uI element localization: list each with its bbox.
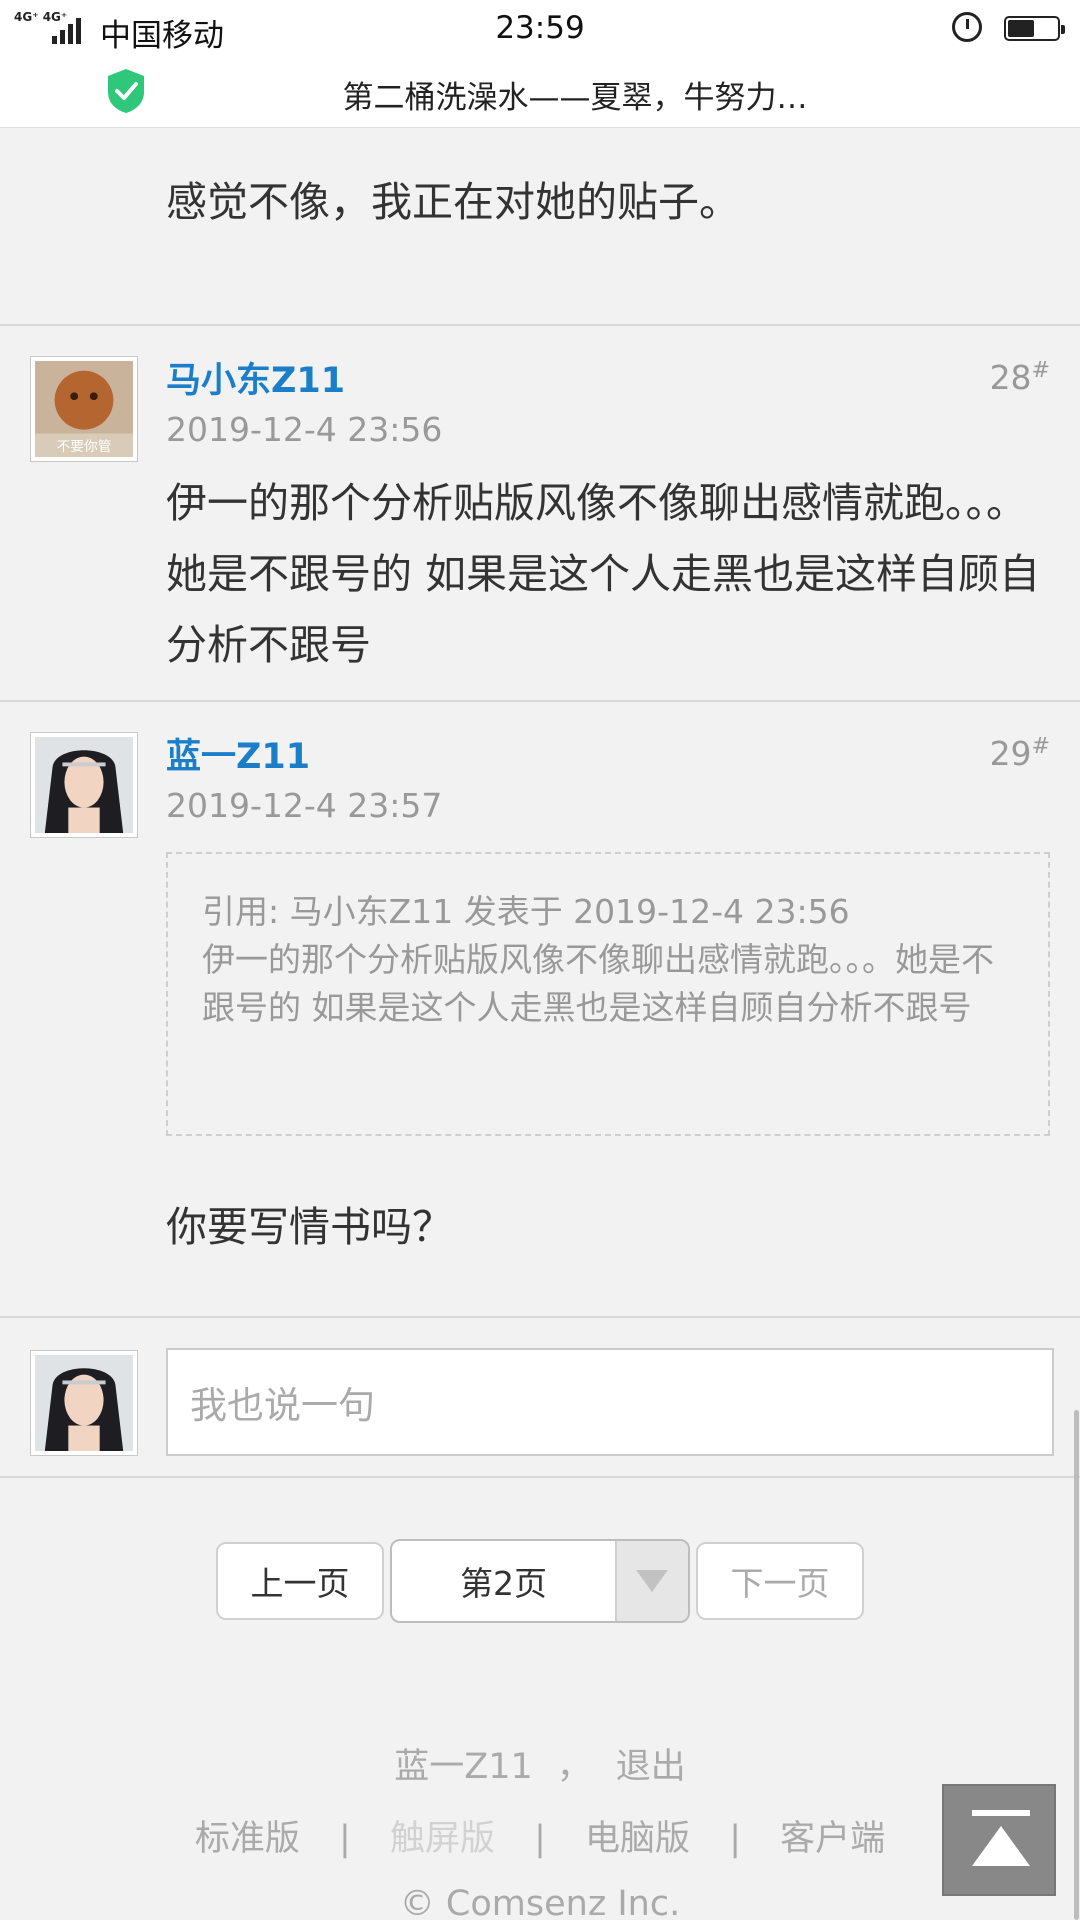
footer-divider: |: [534, 1819, 546, 1859]
author-link[interactable]: 马小东Z11: [166, 352, 345, 403]
page-select[interactable]: 第2页: [390, 1539, 690, 1623]
svg-text:不要你管: 不要你管: [57, 439, 112, 455]
shield-check-icon: [108, 69, 144, 113]
avatar-image: [35, 1355, 133, 1451]
author-link[interactable]: 蓝一Z11: [166, 728, 310, 779]
status-bar: 4G⁺ 4G⁺ 中国移动 23:59: [0, 0, 1080, 58]
page-select-value: 第2页: [459, 1564, 547, 1603]
avatar[interactable]: 不要你管: [30, 356, 138, 462]
footer-divider: |: [339, 1819, 351, 1859]
scrollbar[interactable]: [1074, 1410, 1079, 1920]
page-title: 第二桶洗澡水——夏翠，牛努力…: [342, 80, 808, 116]
floor-number: 28#: [989, 358, 1050, 397]
footer-user: 蓝一Z11 ， 退出: [0, 1738, 1080, 1789]
footer-username-link[interactable]: 蓝一Z11: [394, 1747, 533, 1787]
avatar-image: [35, 737, 133, 833]
floor-number: 29#: [989, 734, 1050, 773]
post-content: 伊一的那个分析贴版风像不像聊出感情就跑。。。她是不跟号的 如果是这个人走黑也是这…: [166, 479, 1041, 669]
reply-bar: 我也说一句: [0, 1318, 1080, 1478]
avatar[interactable]: [30, 732, 138, 838]
title-bar: 第二桶洗澡水——夏翠，牛努力…: [0, 58, 1080, 128]
post-date: 2019-12-4 23:57: [166, 786, 443, 825]
footer-divider: |: [729, 1819, 741, 1859]
dropdown-arrow-icon[interactable]: [614, 1541, 688, 1621]
client-link[interactable]: 客户端: [780, 1819, 885, 1859]
post-date: 2019-12-4 23:56: [166, 410, 443, 449]
desktop-version-link[interactable]: 电脑版: [585, 1819, 690, 1859]
copyright: © Comsenz Inc.: [399, 1884, 681, 1920]
footer-links: 标准版 | 触屏版 | 电脑版 | 客户端: [0, 1810, 1080, 1861]
back-to-top-icon: [972, 1810, 1030, 1816]
reply-input[interactable]: 我也说一句: [166, 1348, 1054, 1456]
battery-icon: [1004, 16, 1065, 41]
alarm-icon: [952, 12, 982, 42]
footer-separator: ，: [556, 1747, 592, 1787]
avatar-image: 不要你管: [35, 361, 133, 457]
logout-link[interactable]: 退出: [616, 1747, 686, 1787]
post-tail: 感觉不像，我正在对她的贴子。: [0, 128, 1080, 326]
standard-version-link[interactable]: 标准版: [195, 1819, 300, 1859]
post-content: 感觉不像，我正在对她的贴子。: [166, 178, 740, 226]
post-29: 蓝一Z11 29# 2019-12-4 23:57 引用: 马小东Z11 发表于…: [0, 702, 1080, 1318]
back-to-top-button[interactable]: [942, 1784, 1056, 1896]
prev-page-button[interactable]: 上一页: [216, 1542, 384, 1620]
post-content: 你要写情书吗？: [166, 1203, 453, 1251]
quote-block: 引用: 马小东Z11 发表于 2019-12-4 23:56 伊一的那个分析贴版…: [166, 852, 1050, 1136]
post-28: 不要你管 马小东Z11 28# 2019-12-4 23:56 伊一的那个分析贴…: [0, 326, 1080, 702]
touch-version-link[interactable]: 触屏版: [390, 1819, 495, 1859]
quote-header: 引用: 马小东Z11 发表于 2019-12-4 23:56: [202, 892, 850, 931]
pagination: 上一页 第2页 下一页: [0, 1539, 1080, 1624]
quote-body: 伊一的那个分析贴版风像不像聊出感情就跑。。。她是不跟号的 如果是这个人走黑也是这…: [202, 940, 994, 1027]
clock-time: 23:59: [495, 10, 585, 46]
my-avatar[interactable]: [30, 1350, 138, 1456]
next-page-button[interactable]: 下一页: [696, 1542, 864, 1620]
